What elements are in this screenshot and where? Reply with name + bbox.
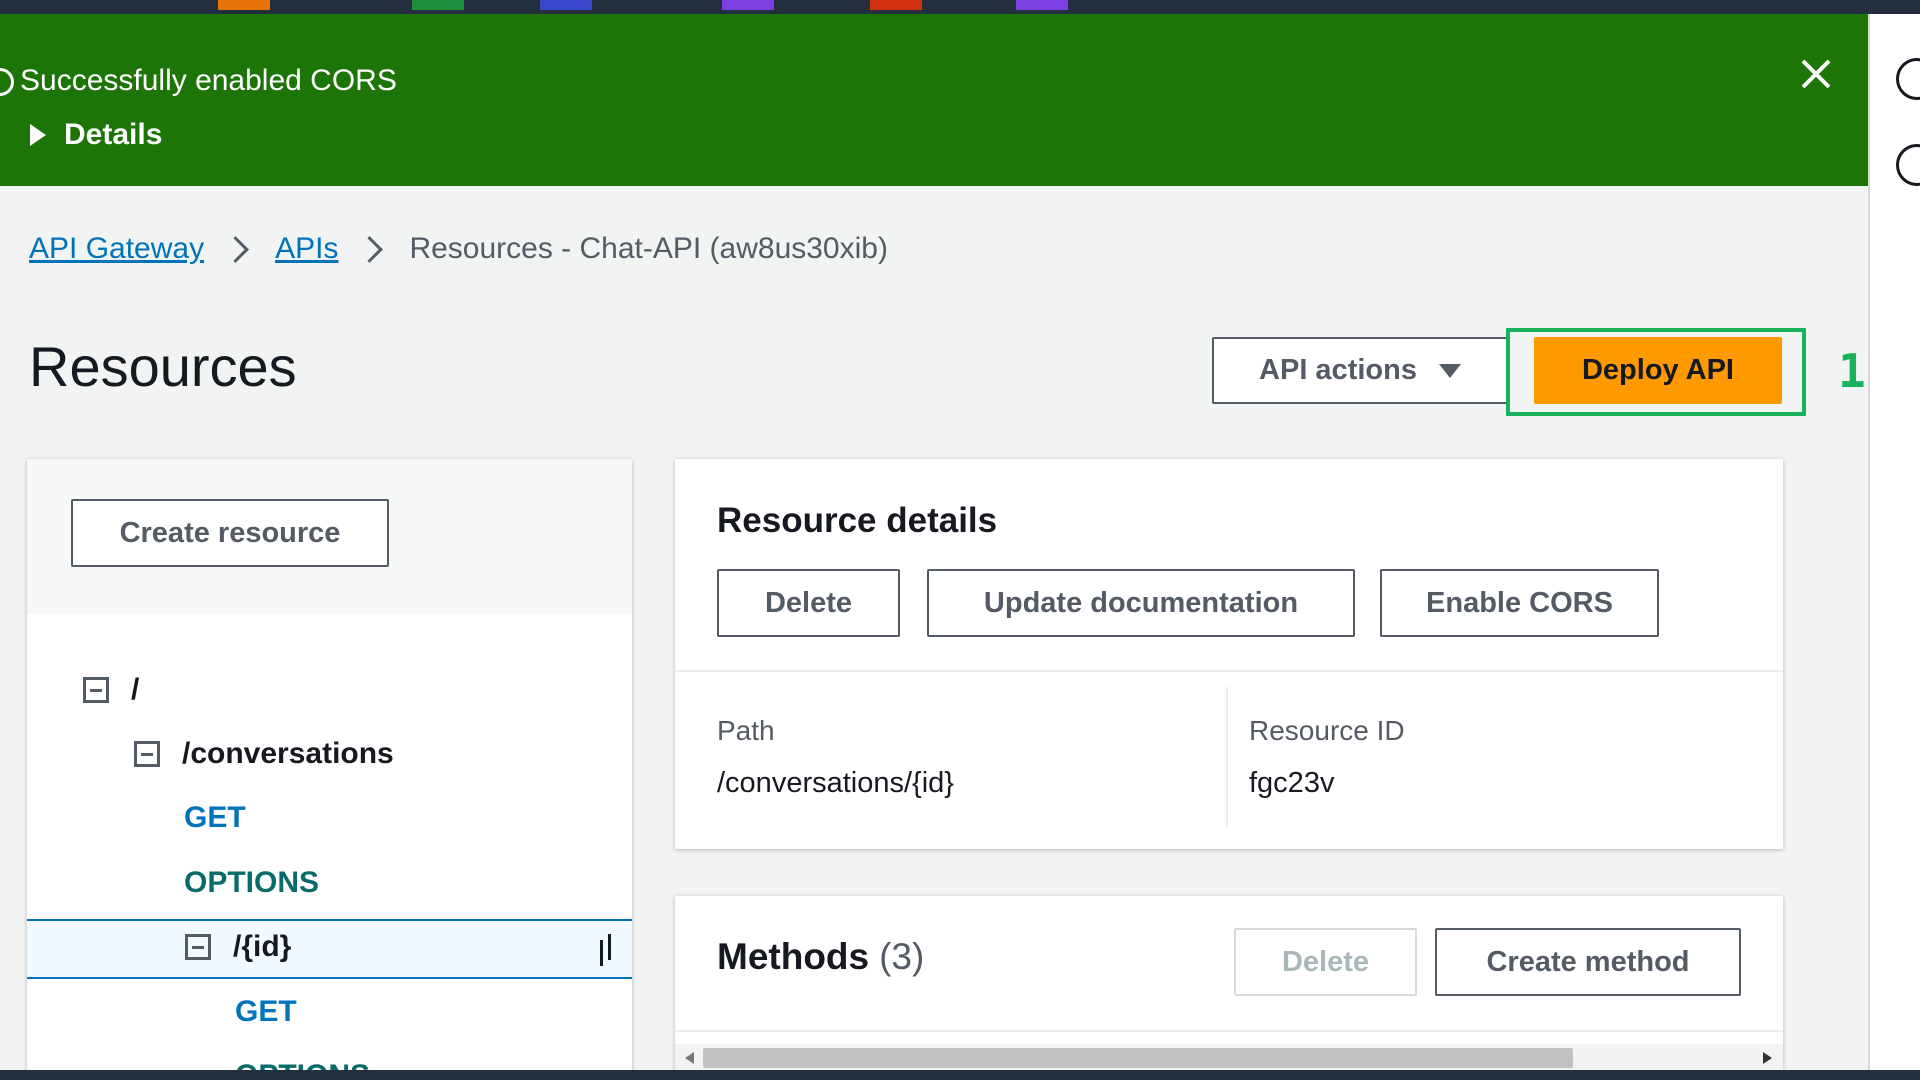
update-documentation-button[interactable]: Update documentation <box>927 569 1355 637</box>
flash-message: Successfully enabled CORS <box>20 64 397 97</box>
collapse-icon[interactable] <box>83 677 109 703</box>
info-icon[interactable] <box>1896 58 1920 100</box>
method-label: GET <box>184 801 246 834</box>
tab-chip-icon[interactable] <box>722 0 774 10</box>
resource-id-key: Resource ID <box>1249 715 1405 746</box>
chevron-right-icon <box>356 235 384 263</box>
methods-title: Methods (3) <box>717 936 924 978</box>
tree-item-method-get[interactable]: GET <box>235 995 297 1029</box>
divider <box>1226 687 1228 827</box>
tab-chip-icon[interactable] <box>1016 0 1068 10</box>
path-key: Path <box>717 715 775 746</box>
caret-right-icon <box>30 124 46 146</box>
methods-panel: Methods (3) Delete Create method <box>675 896 1783 1080</box>
caret-down-icon <box>1438 363 1461 378</box>
settings-icon[interactable] <box>1896 144 1920 186</box>
breadcrumb-current: Resources - Chat-API (aw8us30xib) <box>409 232 888 265</box>
tab-chip-icon[interactable] <box>870 0 922 10</box>
breadcrumb: API Gateway APIs Resources - Chat-API (a… <box>29 232 888 266</box>
resource-details-panel: Resource details Delete Update documenta… <box>675 459 1783 849</box>
scroll-left-icon[interactable] <box>685 1052 694 1064</box>
tree-item-label: /{id} <box>233 930 292 963</box>
tree-item-label: / <box>131 673 140 706</box>
success-flashbar: Successfully enabled CORS Details <box>0 14 1868 186</box>
methods-title-text: Methods <box>717 936 870 977</box>
create-resource-button[interactable]: Create resource <box>71 499 389 567</box>
divider <box>675 670 1783 672</box>
path-value: /conversations/{id} <box>717 767 954 799</box>
step-number-annotation: 1 <box>1838 344 1866 398</box>
breadcrumb-apis[interactable]: APIs <box>275 232 338 266</box>
enable-cors-button[interactable]: Enable CORS <box>1380 569 1659 637</box>
browser-tab-strip <box>0 0 1920 14</box>
breadcrumb-api-gateway[interactable]: API Gateway <box>29 232 204 266</box>
tools-rail <box>1868 14 1920 1070</box>
scrollbar-thumb[interactable] <box>703 1048 1573 1068</box>
api-actions-dropdown[interactable]: API actions <box>1212 337 1508 404</box>
tree-item-label: /conversations <box>182 737 394 770</box>
tree-item-root[interactable]: / <box>83 673 139 707</box>
methods-count: (3) <box>879 936 925 977</box>
tree-item-id[interactable]: /{id} <box>185 930 291 964</box>
annotation-highlight-box <box>1506 328 1806 416</box>
tab-chip-icon[interactable] <box>218 0 270 10</box>
api-actions-label: API actions <box>1259 354 1417 386</box>
resource-id-value: fgc23v <box>1249 767 1335 799</box>
tree-item-method-options[interactable]: OPTIONS <box>184 866 319 900</box>
collapse-icon[interactable] <box>185 934 211 960</box>
create-method-button[interactable]: Create method <box>1435 928 1741 996</box>
resource-details-title: Resource details <box>717 501 998 540</box>
resize-handle[interactable] <box>608 934 611 960</box>
tab-chip-icon[interactable] <box>412 0 464 10</box>
tab-chip-icon[interactable] <box>540 0 592 10</box>
resource-tree-panel: Create resource / /conversations GET OPT… <box>27 459 632 1080</box>
collapse-icon[interactable] <box>134 741 160 767</box>
method-label: GET <box>235 995 297 1028</box>
divider <box>675 1030 1783 1032</box>
delete-method-button[interactable]: Delete <box>1234 928 1417 996</box>
page-title: Resources <box>29 335 297 398</box>
flash-details-toggle[interactable]: Details <box>30 118 162 152</box>
scroll-right-icon[interactable] <box>1763 1052 1772 1064</box>
flash-details-label: Details <box>64 118 163 151</box>
method-label: OPTIONS <box>184 866 320 899</box>
bottom-bar <box>0 1070 1920 1080</box>
tree-item-method-get[interactable]: GET <box>184 801 246 835</box>
tree-item-selected-highlight <box>27 919 632 979</box>
horizontal-scrollbar[interactable] <box>675 1044 1783 1072</box>
delete-resource-button[interactable]: Delete <box>717 569 900 637</box>
chevron-right-icon <box>222 235 250 263</box>
success-status-icon <box>0 68 14 96</box>
close-icon[interactable] <box>1798 56 1834 92</box>
tree-item-conversations[interactable]: /conversations <box>134 737 394 771</box>
